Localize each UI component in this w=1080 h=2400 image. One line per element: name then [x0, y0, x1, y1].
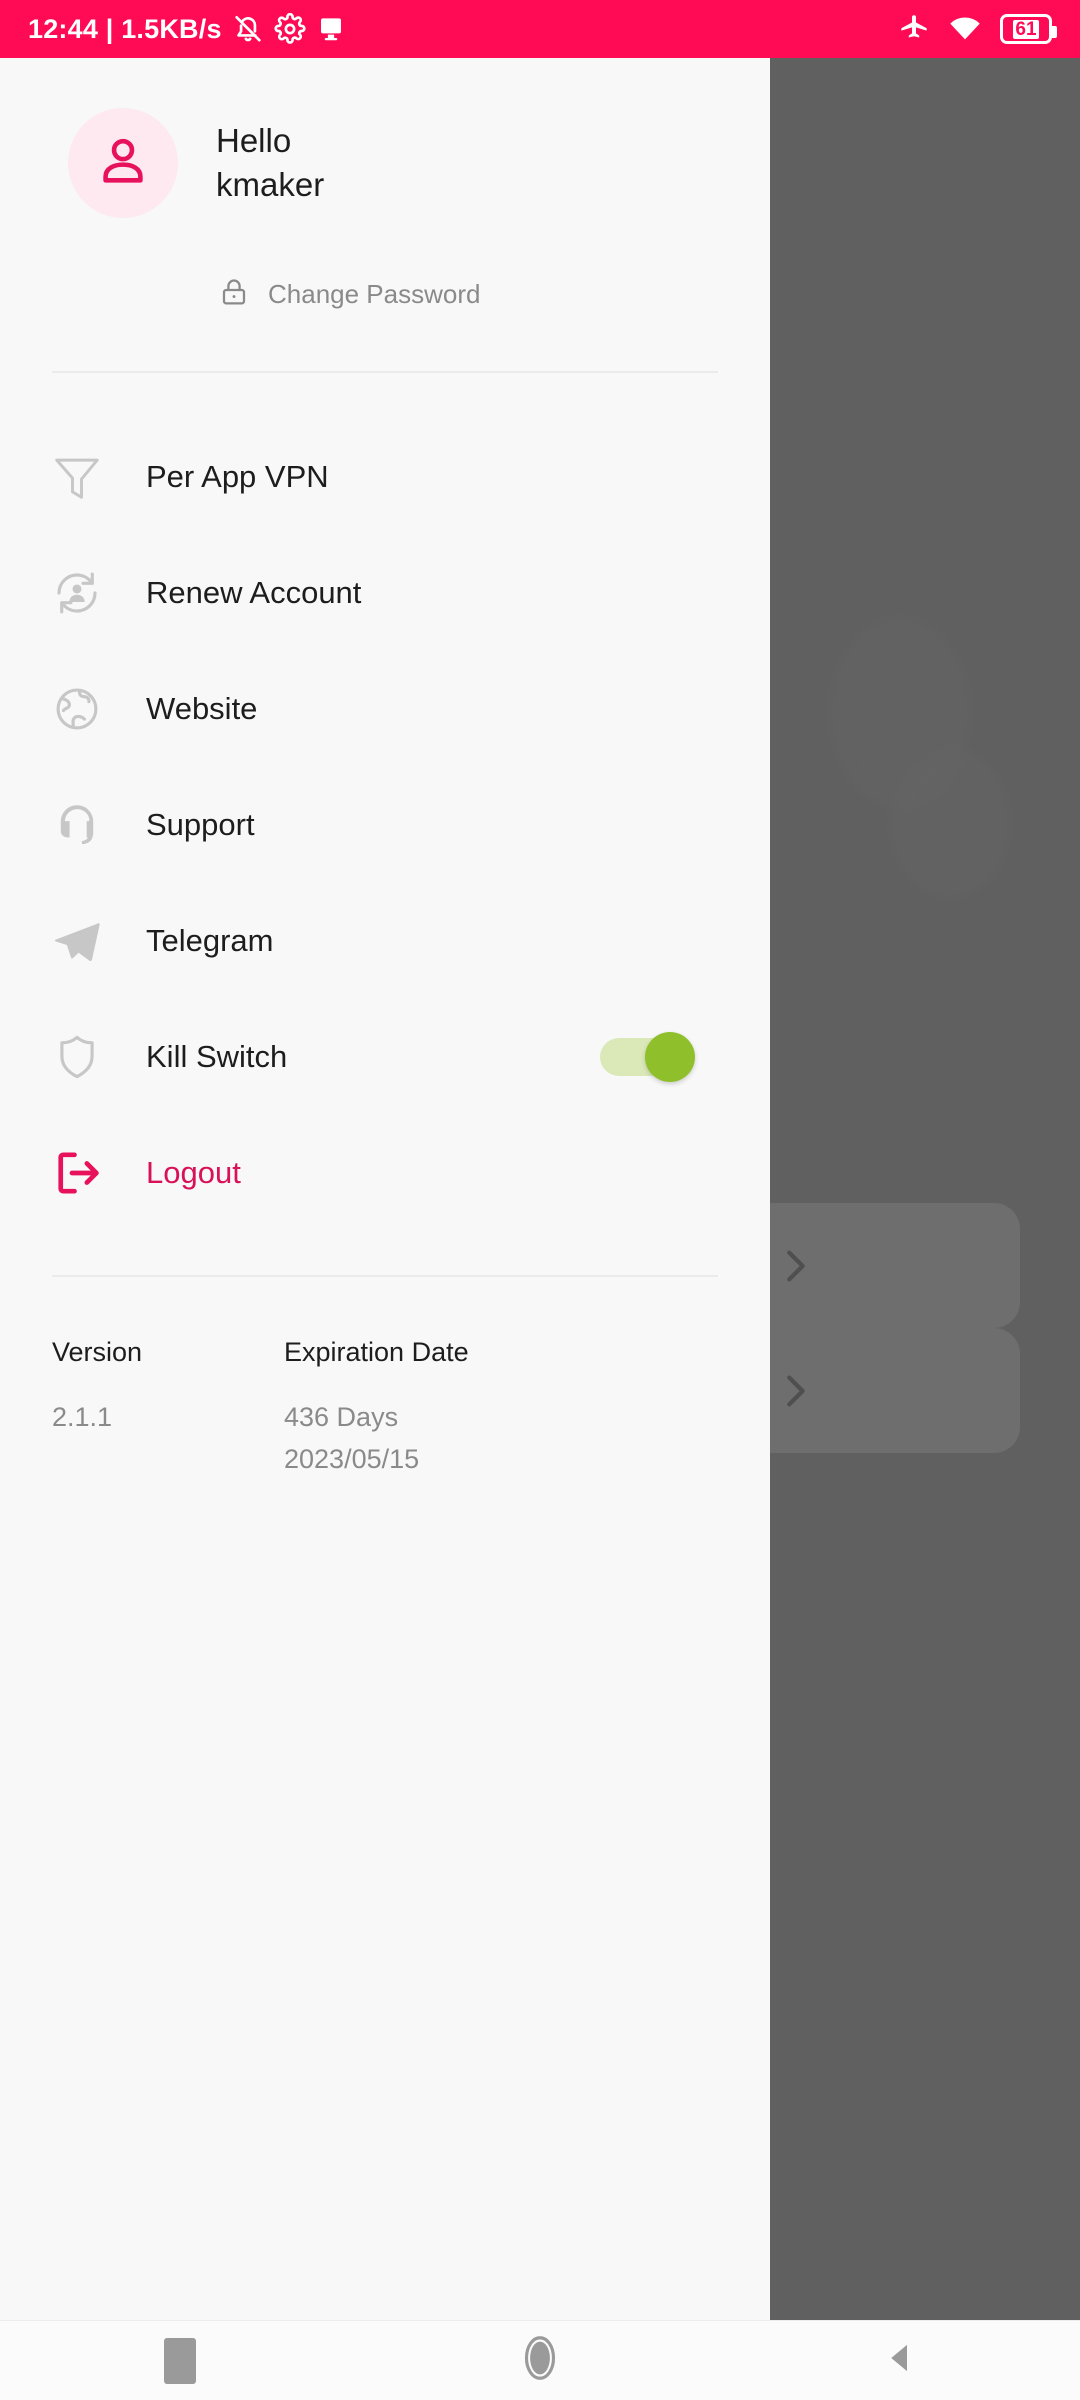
person-icon	[94, 132, 152, 195]
greeting-line-1: Hello	[216, 122, 292, 159]
chevron-right-icon	[772, 1243, 818, 1289]
greeting-username: kmaker	[216, 166, 325, 203]
telegram-plane-icon	[50, 914, 122, 968]
menu-item-telegram[interactable]: Telegram	[0, 883, 770, 999]
globe-icon	[50, 682, 122, 736]
logout-arrow-icon	[50, 1145, 122, 1201]
expiration-days: 436 Days	[284, 1402, 399, 1432]
avatar	[68, 108, 178, 218]
airplane-mode-icon	[898, 13, 930, 45]
menu-item-label: Renew Account	[146, 575, 362, 610]
menu-item-label: Logout	[146, 1155, 241, 1190]
menu-item-support[interactable]: Support	[0, 767, 770, 883]
expiration-block: Expiration Date 436 Days 2023/05/15	[284, 1337, 469, 1480]
change-password-button[interactable]: Change Password	[218, 276, 480, 313]
kill-switch-toggle[interactable]	[600, 1032, 695, 1082]
battery-icon: 61	[1000, 14, 1057, 44]
mute-bell-icon	[232, 13, 264, 45]
profile-header: Hello kmaker	[0, 58, 770, 218]
menu-item-label: Telegram	[146, 923, 274, 958]
drawer-menu: Per App VPN Renew Account Website Suppor…	[0, 373, 770, 1231]
battery-level: 61	[1013, 18, 1039, 40]
phone-screen: Hello kmaker Change Password Per App VPN…	[0, 0, 1080, 2400]
filter-funnel-icon	[50, 450, 122, 504]
triangle-back-icon	[879, 2337, 921, 2384]
menu-item-label: Support	[146, 807, 255, 842]
account-sync-icon	[50, 566, 122, 620]
greeting-text: Hello kmaker	[216, 119, 324, 207]
version-block: Version 2.1.1	[52, 1337, 284, 1480]
wifi-icon	[948, 12, 982, 46]
lock-icon	[218, 276, 250, 313]
expiration-date: 2023/05/15	[284, 1444, 420, 1474]
menu-item-label: Kill Switch	[146, 1039, 288, 1074]
drawer-footer-info: Version 2.1.1 Expiration Date 436 Days 2…	[0, 1277, 770, 1480]
menu-item-logout[interactable]: Logout	[0, 1115, 770, 1231]
home-button[interactable]	[440, 2321, 640, 2400]
status-bar: 12:44 | 1.5KB/s 61	[0, 0, 1080, 58]
version-title: Version	[52, 1337, 143, 1367]
circle-home-icon	[513, 2331, 567, 2390]
status-bar-right: 61	[898, 12, 1057, 46]
status-clock-and-netspeed: 12:44 | 1.5KB/s	[28, 13, 222, 44]
navigation-drawer: Hello kmaker Change Password Per App VPN…	[0, 58, 770, 2320]
status-bar-left: 12:44 | 1.5KB/s	[28, 13, 346, 45]
square-recents-icon	[164, 2337, 196, 2384]
back-button[interactable]	[800, 2321, 1000, 2400]
android-navigation-bar	[0, 2320, 1080, 2400]
headset-support-icon	[50, 798, 122, 852]
toggle-thumb	[645, 1032, 695, 1082]
cast-screen-icon	[316, 14, 346, 44]
expiration-title: Expiration Date	[284, 1337, 469, 1367]
menu-item-label: Per App VPN	[146, 459, 329, 494]
recents-button[interactable]	[80, 2321, 280, 2400]
gear-icon	[274, 13, 306, 45]
menu-item-kill-switch[interactable]: Kill Switch	[0, 999, 770, 1115]
shield-icon	[50, 1030, 122, 1084]
menu-item-per-app-vpn[interactable]: Per App VPN	[0, 419, 770, 535]
menu-item-renew-account[interactable]: Renew Account	[0, 535, 770, 651]
chevron-right-icon	[772, 1368, 818, 1414]
change-password-label: Change Password	[268, 279, 481, 309]
version-value: 2.1.1	[52, 1402, 113, 1432]
menu-item-label: Website	[146, 691, 258, 726]
menu-item-website[interactable]: Website	[0, 651, 770, 767]
